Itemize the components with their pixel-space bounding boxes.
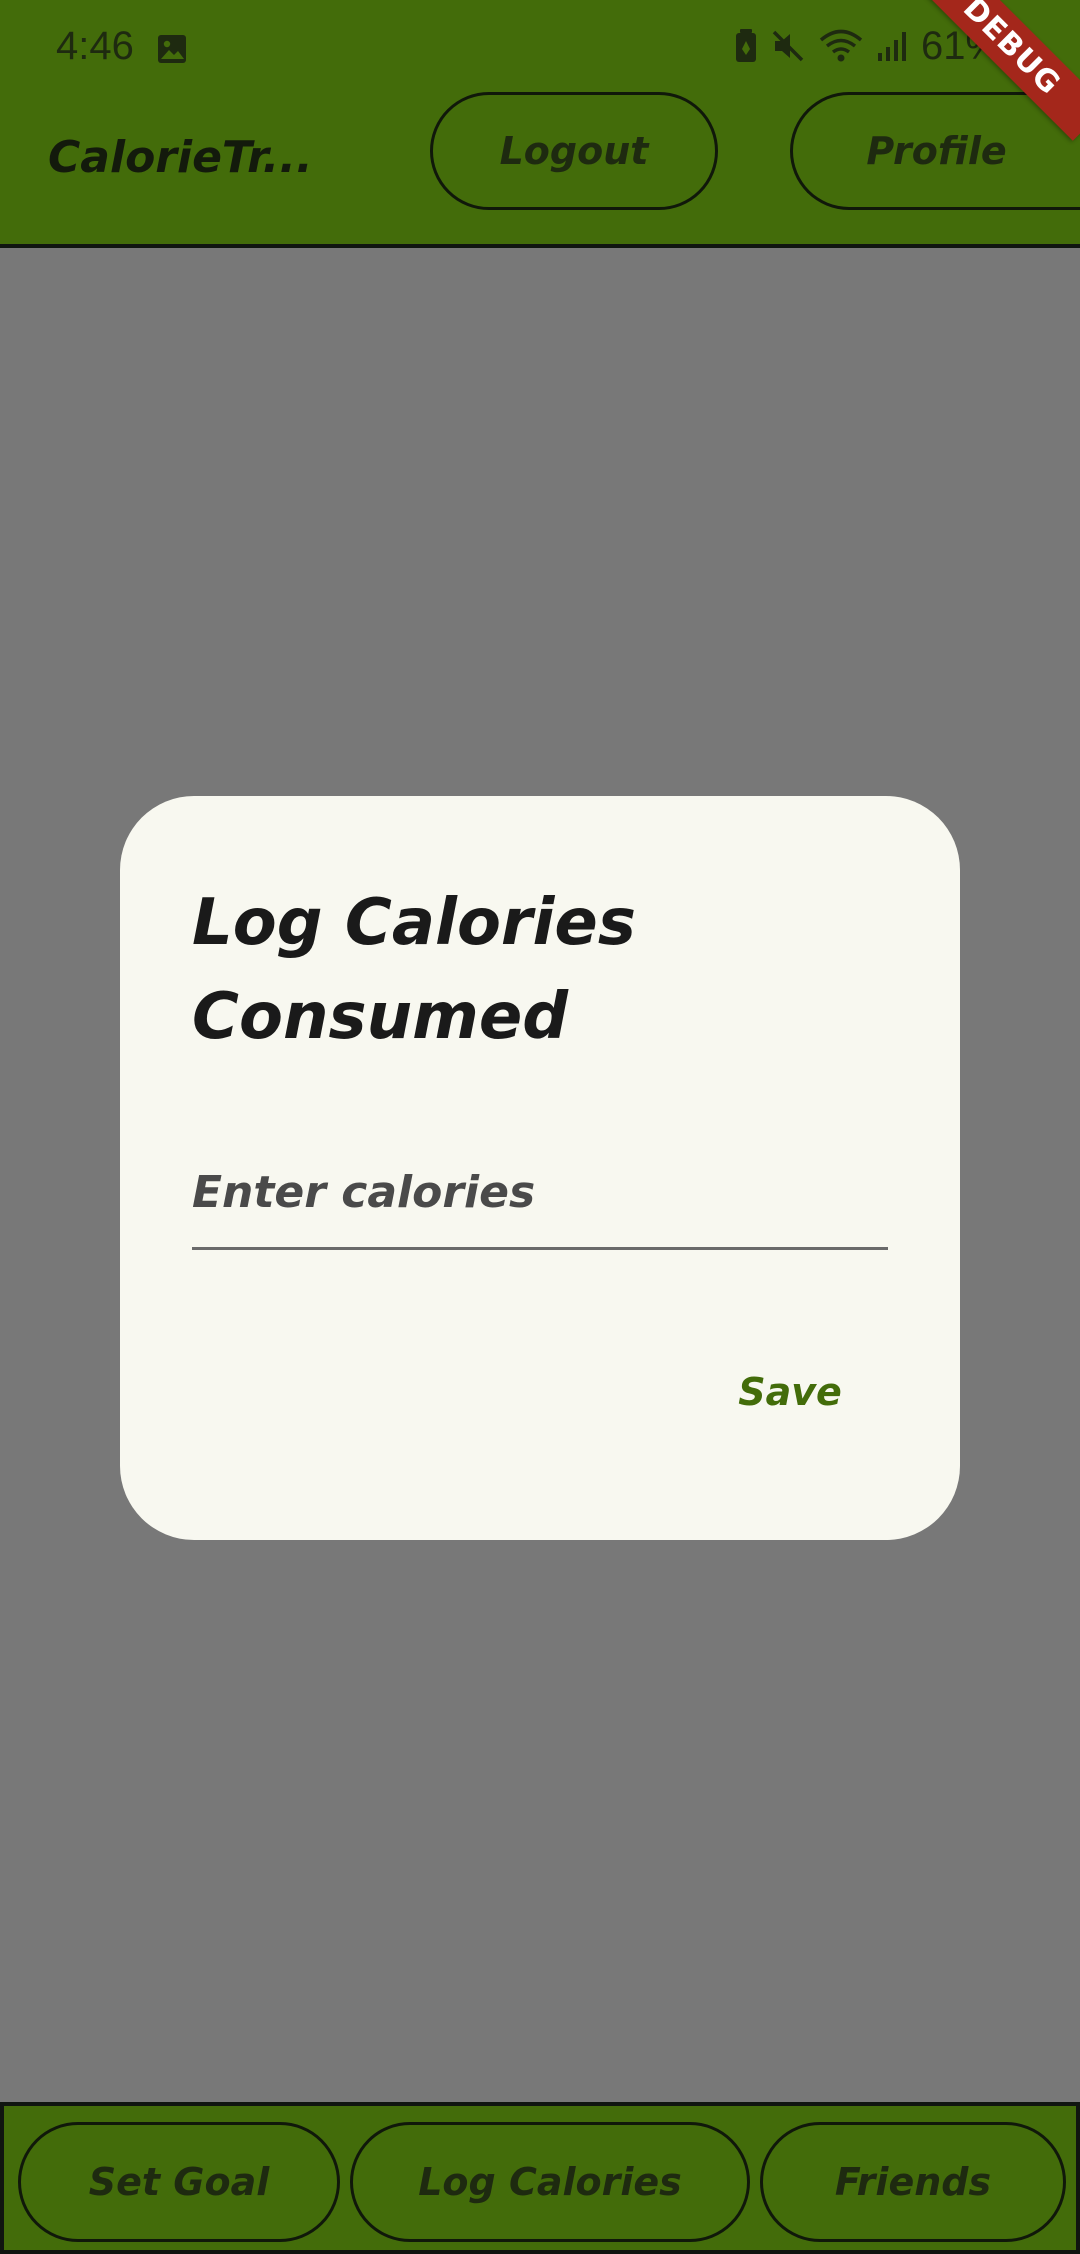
mute-icon bbox=[772, 30, 804, 62]
bottom-nav: Set Goal Log Calories Friends bbox=[0, 2102, 1080, 2254]
status-bar: 4:46 61% bbox=[0, 0, 1080, 90]
log-calories-button[interactable]: Log Calories bbox=[350, 2122, 750, 2242]
wifi-icon bbox=[819, 29, 863, 62]
friends-button[interactable]: Friends bbox=[760, 2122, 1066, 2242]
app-title: CalorieTr... bbox=[48, 132, 313, 183]
battery-saver-icon bbox=[736, 29, 756, 62]
status-time: 4:46 bbox=[56, 24, 134, 68]
set-goal-button[interactable]: Set Goal bbox=[18, 2122, 340, 2242]
logout-button[interactable]: Logout bbox=[430, 92, 718, 210]
log-calories-dialog: Log Calories Consumed Save bbox=[120, 796, 960, 1540]
app-bar: CalorieTr... Logout Profile bbox=[0, 90, 1080, 248]
signal-icon bbox=[878, 32, 906, 61]
dialog-title: Log Calories Consumed bbox=[192, 886, 636, 1054]
calories-input[interactable] bbox=[192, 1138, 888, 1250]
save-button[interactable]: Save bbox=[720, 1362, 860, 1422]
gallery-icon bbox=[158, 35, 186, 63]
profile-button[interactable]: Profile bbox=[790, 92, 1080, 210]
